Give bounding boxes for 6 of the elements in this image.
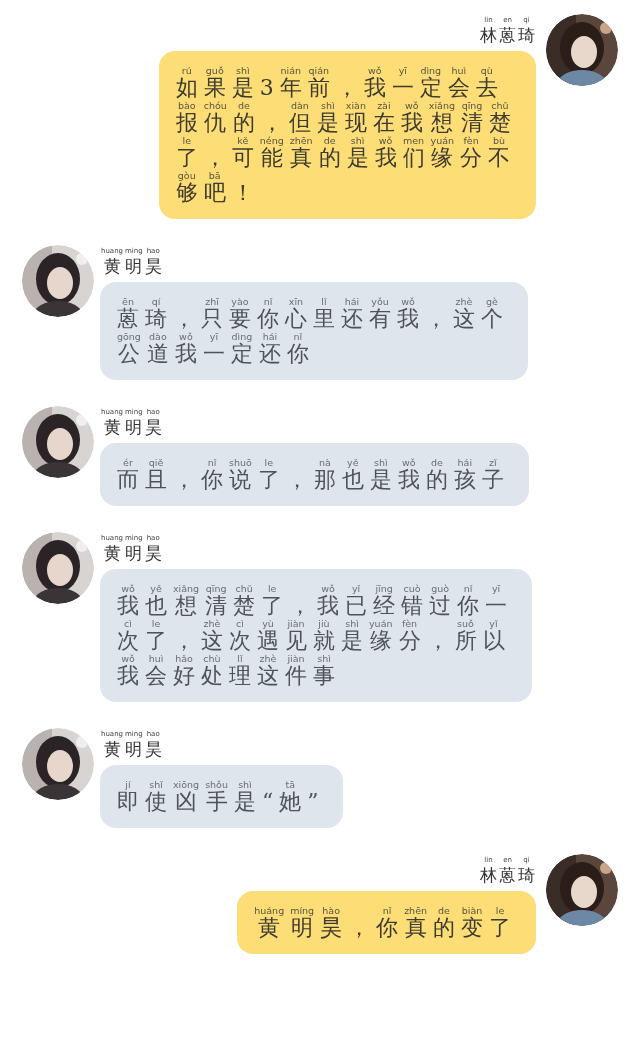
message-text: rú 如 guǒ 果 shì 是 3 nián 年 qián 前 ， wǒ 我 yī 一 dìng 定 huì 会 qù 去 bào 报 chóu 仇 de 的 ， dàn 但 shì 是 xiàn 现 zài 在 wǒ 我 xiǎng 想 qīng 清 chǔ 楚 le 了 ， kě 可 néng 能 zhēn 真 de 的 shì 是 wǒ 我 men 们 yuán 缘 fèn 分 bù 不 gòu 够 bā 吧 ！ (174, 65, 512, 205)
message-text: ér 而 qiě 且 ， nǐ 你 shuō 说 le 了 ， nà 那 yě 也 shì 是 wǒ 我 de 的 hái 孩 zǐ 子 (116, 457, 505, 492)
message-text: ēn 蒽 qí 琦 ， zhī 只 yào 要 nǐ 你 xīn 心 lǐ 里 hái 还 yǒu 有 wǒ 我 ， zhè 这 gè 个 gōng 公 dào 道 wǒ 我 yī 一 dìng 定 hái 还 nǐ 你 (116, 296, 504, 366)
message-text: huáng 黄 míng 明 hào 昊 ， nǐ 你 zhēn 真 de 的 biàn 变 le 了 (253, 905, 512, 940)
message-text: jí 即 shǐ 使 xiōng 凶 shǒu 手 shì 是 “ tā 她 ” (116, 779, 320, 814)
message-text: wǒ 我 yě 也 xiǎng 想 qīng 清 chǔ 楚 le 了 ， wǒ 我 yǐ 已 jīng 经 cuò 错 guò 过 nǐ 你 yī 一 cì 次 le 了 ， zhè 这 cì 次 yù 遇 jiàn 见 jiù 就 shì 是 yuán 缘 fèn 分 ， suǒ 所 yǐ 以 wǒ 我 huì 会 hǎo 好 chù 处 lǐ 理 zhè 这 jiàn 件 shì 事 (116, 583, 509, 688)
